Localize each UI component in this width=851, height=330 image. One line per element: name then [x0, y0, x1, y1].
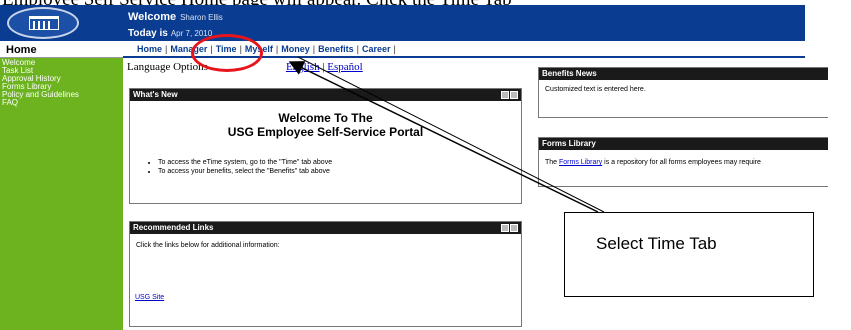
arrow-line: [297, 56, 605, 213]
callout-box: Select Time Tab: [564, 212, 814, 297]
callout-text: Select Time Tab: [596, 234, 717, 253]
arrow-line: [288, 61, 599, 213]
